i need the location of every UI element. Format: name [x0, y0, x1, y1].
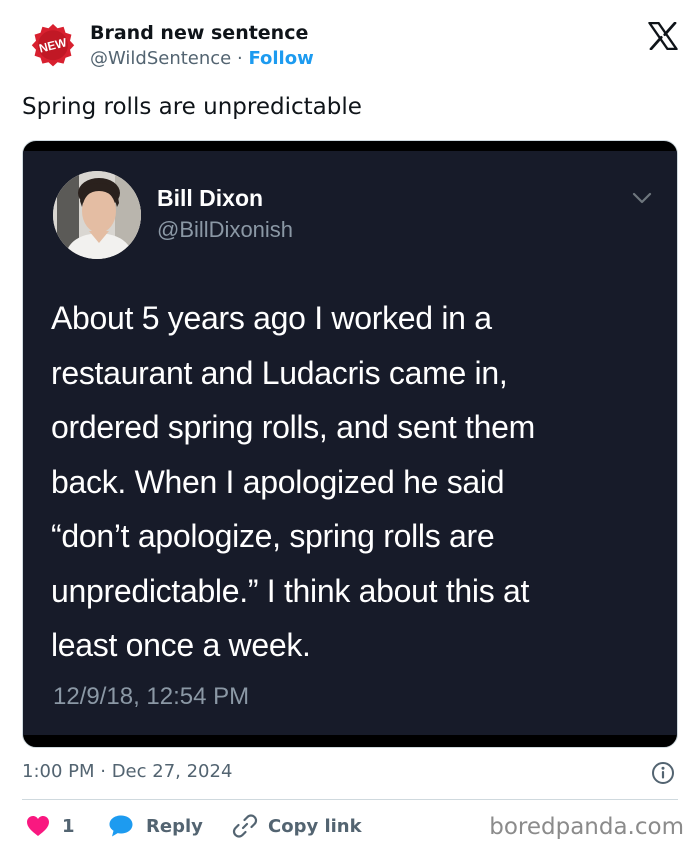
author-avatar-badge[interactable]: NEW [28, 22, 78, 72]
heart-icon [27, 816, 49, 836]
embedded-avatar [53, 171, 141, 259]
author-name[interactable]: Brand new sentence [90, 22, 308, 44]
follow-button[interactable]: Follow [248, 48, 313, 69]
chevron-down-icon [632, 192, 652, 204]
embedded-line: least once a week. [51, 627, 311, 663]
tweet-text: Spring rolls are unpredictable [22, 94, 362, 120]
embedded-line: unpredictable.” I think about this at [51, 572, 530, 609]
embedded-handle: @BillDixonish [157, 217, 294, 242]
like-count: 1 [62, 815, 75, 837]
embedded-line: ordered spring rolls, and sent them [51, 409, 535, 445]
embedded-tweet: Bill Dixon @BillDixonish About 5 years a… [23, 151, 677, 735]
meta-separator: · [236, 48, 243, 69]
x-logo-icon[interactable] [648, 22, 678, 50]
author-meta: @WildSentence · Follow [90, 48, 314, 69]
like-button[interactable]: 1 [26, 812, 75, 840]
link-icon [232, 814, 258, 838]
copy-link-label: Copy link [268, 815, 362, 837]
embedded-line: restaurant and Ludacris came in, [51, 354, 508, 391]
reply-label: Reply [146, 815, 203, 837]
speech-bubble-icon [109, 815, 133, 837]
new-badge-icon: NEW [31, 24, 75, 67]
embedded-text: About 5 years ago I worked in a restaura… [51, 291, 651, 673]
divider [22, 799, 678, 800]
embedded-image[interactable]: Bill Dixon @BillDixonish About 5 years a… [22, 140, 678, 748]
reply-button[interactable]: Reply [108, 812, 203, 840]
tweet-timestamp[interactable]: 1:00 PM · Dec 27, 2024 [22, 761, 232, 782]
info-icon[interactable] [651, 761, 675, 785]
embedded-line: back. When I apologized he said [51, 463, 505, 500]
embedded-name: Bill Dixon [157, 185, 264, 211]
watermark: boredpanda.com [489, 814, 684, 840]
author-handle[interactable]: @WildSentence [90, 48, 231, 69]
embedded-line: “don’t apologize, spring rolls are [51, 518, 495, 554]
embedded-line: About 5 years ago I worked in a [51, 300, 492, 336]
copy-link-button[interactable]: Copy link [232, 812, 362, 840]
embedded-timestamp: 12/9/18, 12:54 PM [53, 683, 250, 710]
